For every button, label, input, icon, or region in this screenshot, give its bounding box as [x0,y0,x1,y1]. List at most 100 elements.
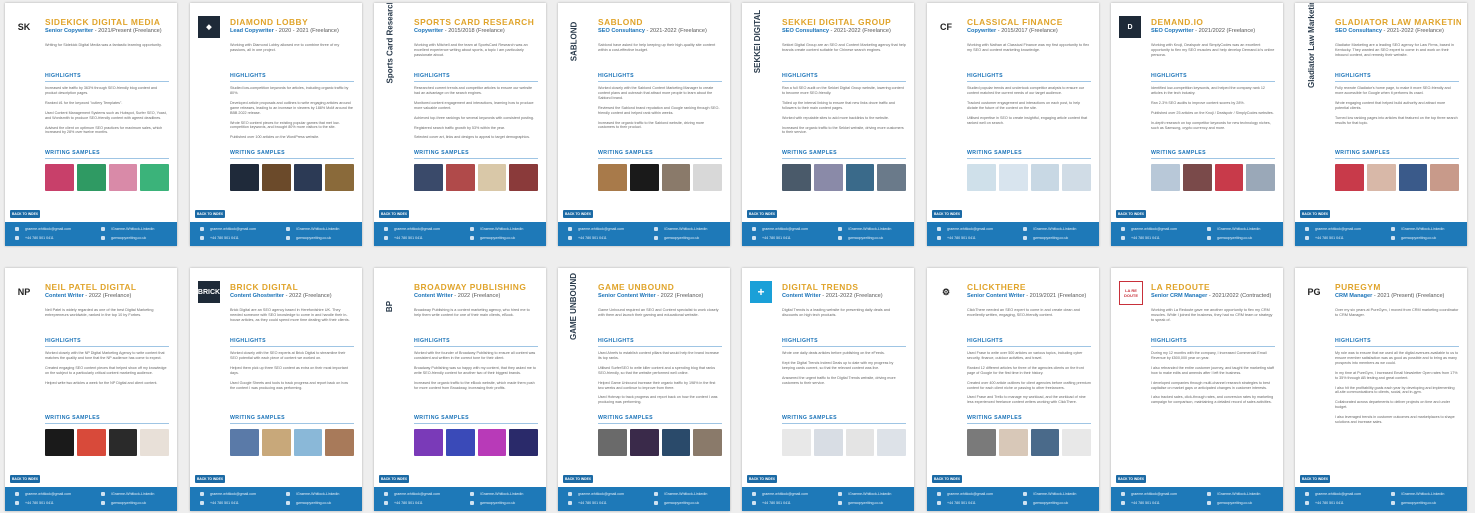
website-link[interactable]: gwmcopywriting.co.uk [480,236,515,240]
linkedin-link[interactable]: /Graeme-Whitlock-Linkedin [1401,492,1444,496]
portfolio-page-diamond-lobby[interactable]: ◆ DIAMOND LOBBY Lead Copywriter - 2020 -… [190,3,362,246]
linkedin-link[interactable]: /Graeme-Whitlock-Linkedin [664,227,707,231]
writing-sample-thumbnail[interactable] [76,164,106,191]
writing-sample-thumbnail[interactable] [509,164,538,191]
website-link[interactable]: gwmcopywriting.co.uk [1033,501,1068,505]
linkedin-link[interactable]: /Graeme-Whitlock-Linkedin [664,492,707,496]
writing-sample-thumbnail[interactable] [477,164,507,191]
writing-sample-thumbnail[interactable] [661,429,691,456]
linkedin-link[interactable]: /Graeme-Whitlock-Linkedin [111,227,154,231]
writing-sample-thumbnail[interactable] [1335,164,1364,191]
back-to-index-button[interactable]: BACK TO INDEX [379,210,409,218]
writing-sample-thumbnail[interactable] [140,429,169,456]
email-link[interactable]: graeme.whitlock@gmail.com [394,492,440,496]
writing-sample-thumbnail[interactable] [108,164,138,191]
writing-sample-thumbnail[interactable] [1398,164,1428,191]
writing-sample-thumbnail[interactable] [76,429,106,456]
linkedin-link[interactable]: /Graeme-Whitlock-Linkedin [296,492,339,496]
website-link[interactable]: gwmcopywriting.co.uk [664,501,699,505]
writing-sample-thumbnail[interactable] [414,164,443,191]
writing-sample-thumbnail[interactable] [293,164,323,191]
back-to-index-button[interactable]: BACK TO INDEX [1116,475,1146,483]
email-link[interactable]: graeme.whitlock@gmail.com [210,227,256,231]
writing-sample-thumbnail[interactable] [1030,429,1060,456]
writing-sample-thumbnail[interactable] [693,429,722,456]
writing-sample-thumbnail[interactable] [1246,164,1275,191]
writing-sample-thumbnail[interactable] [813,429,843,456]
website-link[interactable]: gwmcopywriting.co.uk [1033,236,1068,240]
writing-sample-thumbnail[interactable] [598,164,627,191]
writing-sample-thumbnail[interactable] [230,164,259,191]
portfolio-page-sports-card-research[interactable]: Sports Card Research SPORTS CARD RESEARC… [374,3,546,246]
writing-sample-thumbnail[interactable] [1214,164,1244,191]
linkedin-link[interactable]: /Graeme-Whitlock-Linkedin [480,492,523,496]
back-to-index-button[interactable]: BACK TO INDEX [10,210,40,218]
back-to-index-button[interactable]: BACK TO INDEX [10,475,40,483]
portfolio-page-puregym[interactable]: PG PUREGYM CRM Manager - 2021 (Present) … [1295,268,1467,511]
linkedin-link[interactable]: /Graeme-Whitlock-Linkedin [848,227,891,231]
writing-sample-thumbnail[interactable] [445,164,475,191]
writing-sample-thumbnail[interactable] [261,429,291,456]
email-link[interactable]: graeme.whitlock@gmail.com [210,492,256,496]
website-link[interactable]: gwmcopywriting.co.uk [848,501,883,505]
website-link[interactable]: gwmcopywriting.co.uk [1401,236,1436,240]
writing-sample-thumbnail[interactable] [108,429,138,456]
writing-sample-thumbnail[interactable] [261,164,291,191]
writing-sample-thumbnail[interactable] [45,164,74,191]
back-to-index-button[interactable]: BACK TO INDEX [1116,210,1146,218]
writing-sample-thumbnail[interactable] [967,164,996,191]
writing-sample-thumbnail[interactable] [845,164,875,191]
writing-sample-thumbnail[interactable] [661,164,691,191]
writing-sample-thumbnail[interactable] [1366,164,1396,191]
back-to-index-button[interactable]: BACK TO INDEX [563,210,593,218]
writing-sample-thumbnail[interactable] [140,164,169,191]
writing-sample-thumbnail[interactable] [1030,164,1060,191]
email-link[interactable]: graeme.whitlock@gmail.com [25,492,71,496]
email-link[interactable]: graeme.whitlock@gmail.com [1315,492,1361,496]
writing-sample-thumbnail[interactable] [782,164,811,191]
email-link[interactable]: graeme.whitlock@gmail.com [947,227,993,231]
portfolio-page-neil-patel-digital[interactable]: NP NEIL PATEL DIGITAL Content Writer - 2… [5,268,177,511]
writing-sample-thumbnail[interactable] [877,164,906,191]
writing-sample-thumbnail[interactable] [325,429,354,456]
website-link[interactable]: gwmcopywriting.co.uk [111,236,146,240]
portfolio-page-broadway-publishing[interactable]: BP BROADWAY PUBLISHING Content Writer - … [374,268,546,511]
writing-sample-thumbnail[interactable] [1151,164,1180,191]
writing-sample-thumbnail[interactable] [230,429,259,456]
linkedin-link[interactable]: /Graeme-Whitlock-Linkedin [1217,492,1260,496]
writing-sample-thumbnail[interactable] [998,164,1028,191]
writing-sample-thumbnail[interactable] [1062,164,1091,191]
email-link[interactable]: graeme.whitlock@gmail.com [578,492,624,496]
portfolio-page-sekkei-digital-group[interactable]: SEKKEI DIGITAL SEKKEI DIGITAL GROUP SEO … [742,3,914,246]
linkedin-link[interactable]: /Graeme-Whitlock-Linkedin [1033,227,1076,231]
writing-sample-thumbnail[interactable] [414,429,443,456]
website-link[interactable]: gwmcopywriting.co.uk [111,501,146,505]
writing-sample-thumbnail[interactable] [845,429,875,456]
writing-sample-thumbnail[interactable] [1430,164,1459,191]
back-to-index-button[interactable]: BACK TO INDEX [747,475,777,483]
linkedin-link[interactable]: /Graeme-Whitlock-Linkedin [111,492,154,496]
linkedin-link[interactable]: /Graeme-Whitlock-Linkedin [848,492,891,496]
website-link[interactable]: gwmcopywriting.co.uk [296,501,331,505]
website-link[interactable]: gwmcopywriting.co.uk [1217,501,1252,505]
writing-sample-thumbnail[interactable] [813,164,843,191]
portfolio-page-brick-digital[interactable]: BRICK BRICK DIGITAL Content Ghostwriter … [190,268,362,511]
website-link[interactable]: gwmcopywriting.co.uk [1401,501,1436,505]
linkedin-link[interactable]: /Graeme-Whitlock-Linkedin [296,227,339,231]
email-link[interactable]: graeme.whitlock@gmail.com [578,227,624,231]
email-link[interactable]: graeme.whitlock@gmail.com [1131,492,1177,496]
email-link[interactable]: graeme.whitlock@gmail.com [1131,227,1177,231]
writing-sample-thumbnail[interactable] [1182,164,1212,191]
writing-sample-thumbnail[interactable] [693,164,722,191]
writing-sample-thumbnail[interactable] [1062,429,1091,456]
writing-sample-thumbnail[interactable] [877,429,906,456]
back-to-index-button[interactable]: BACK TO INDEX [747,210,777,218]
linkedin-link[interactable]: /Graeme-Whitlock-Linkedin [480,227,523,231]
website-link[interactable]: gwmcopywriting.co.uk [296,236,331,240]
writing-sample-thumbnail[interactable] [629,429,659,456]
linkedin-link[interactable]: /Graeme-Whitlock-Linkedin [1033,492,1076,496]
portfolio-page-demand-io[interactable]: D DEMAND.IO SEO Copywriter - 2021/2022 (… [1111,3,1283,246]
linkedin-link[interactable]: /Graeme-Whitlock-Linkedin [1217,227,1260,231]
email-link[interactable]: graeme.whitlock@gmail.com [762,492,808,496]
writing-sample-thumbnail[interactable] [598,429,627,456]
